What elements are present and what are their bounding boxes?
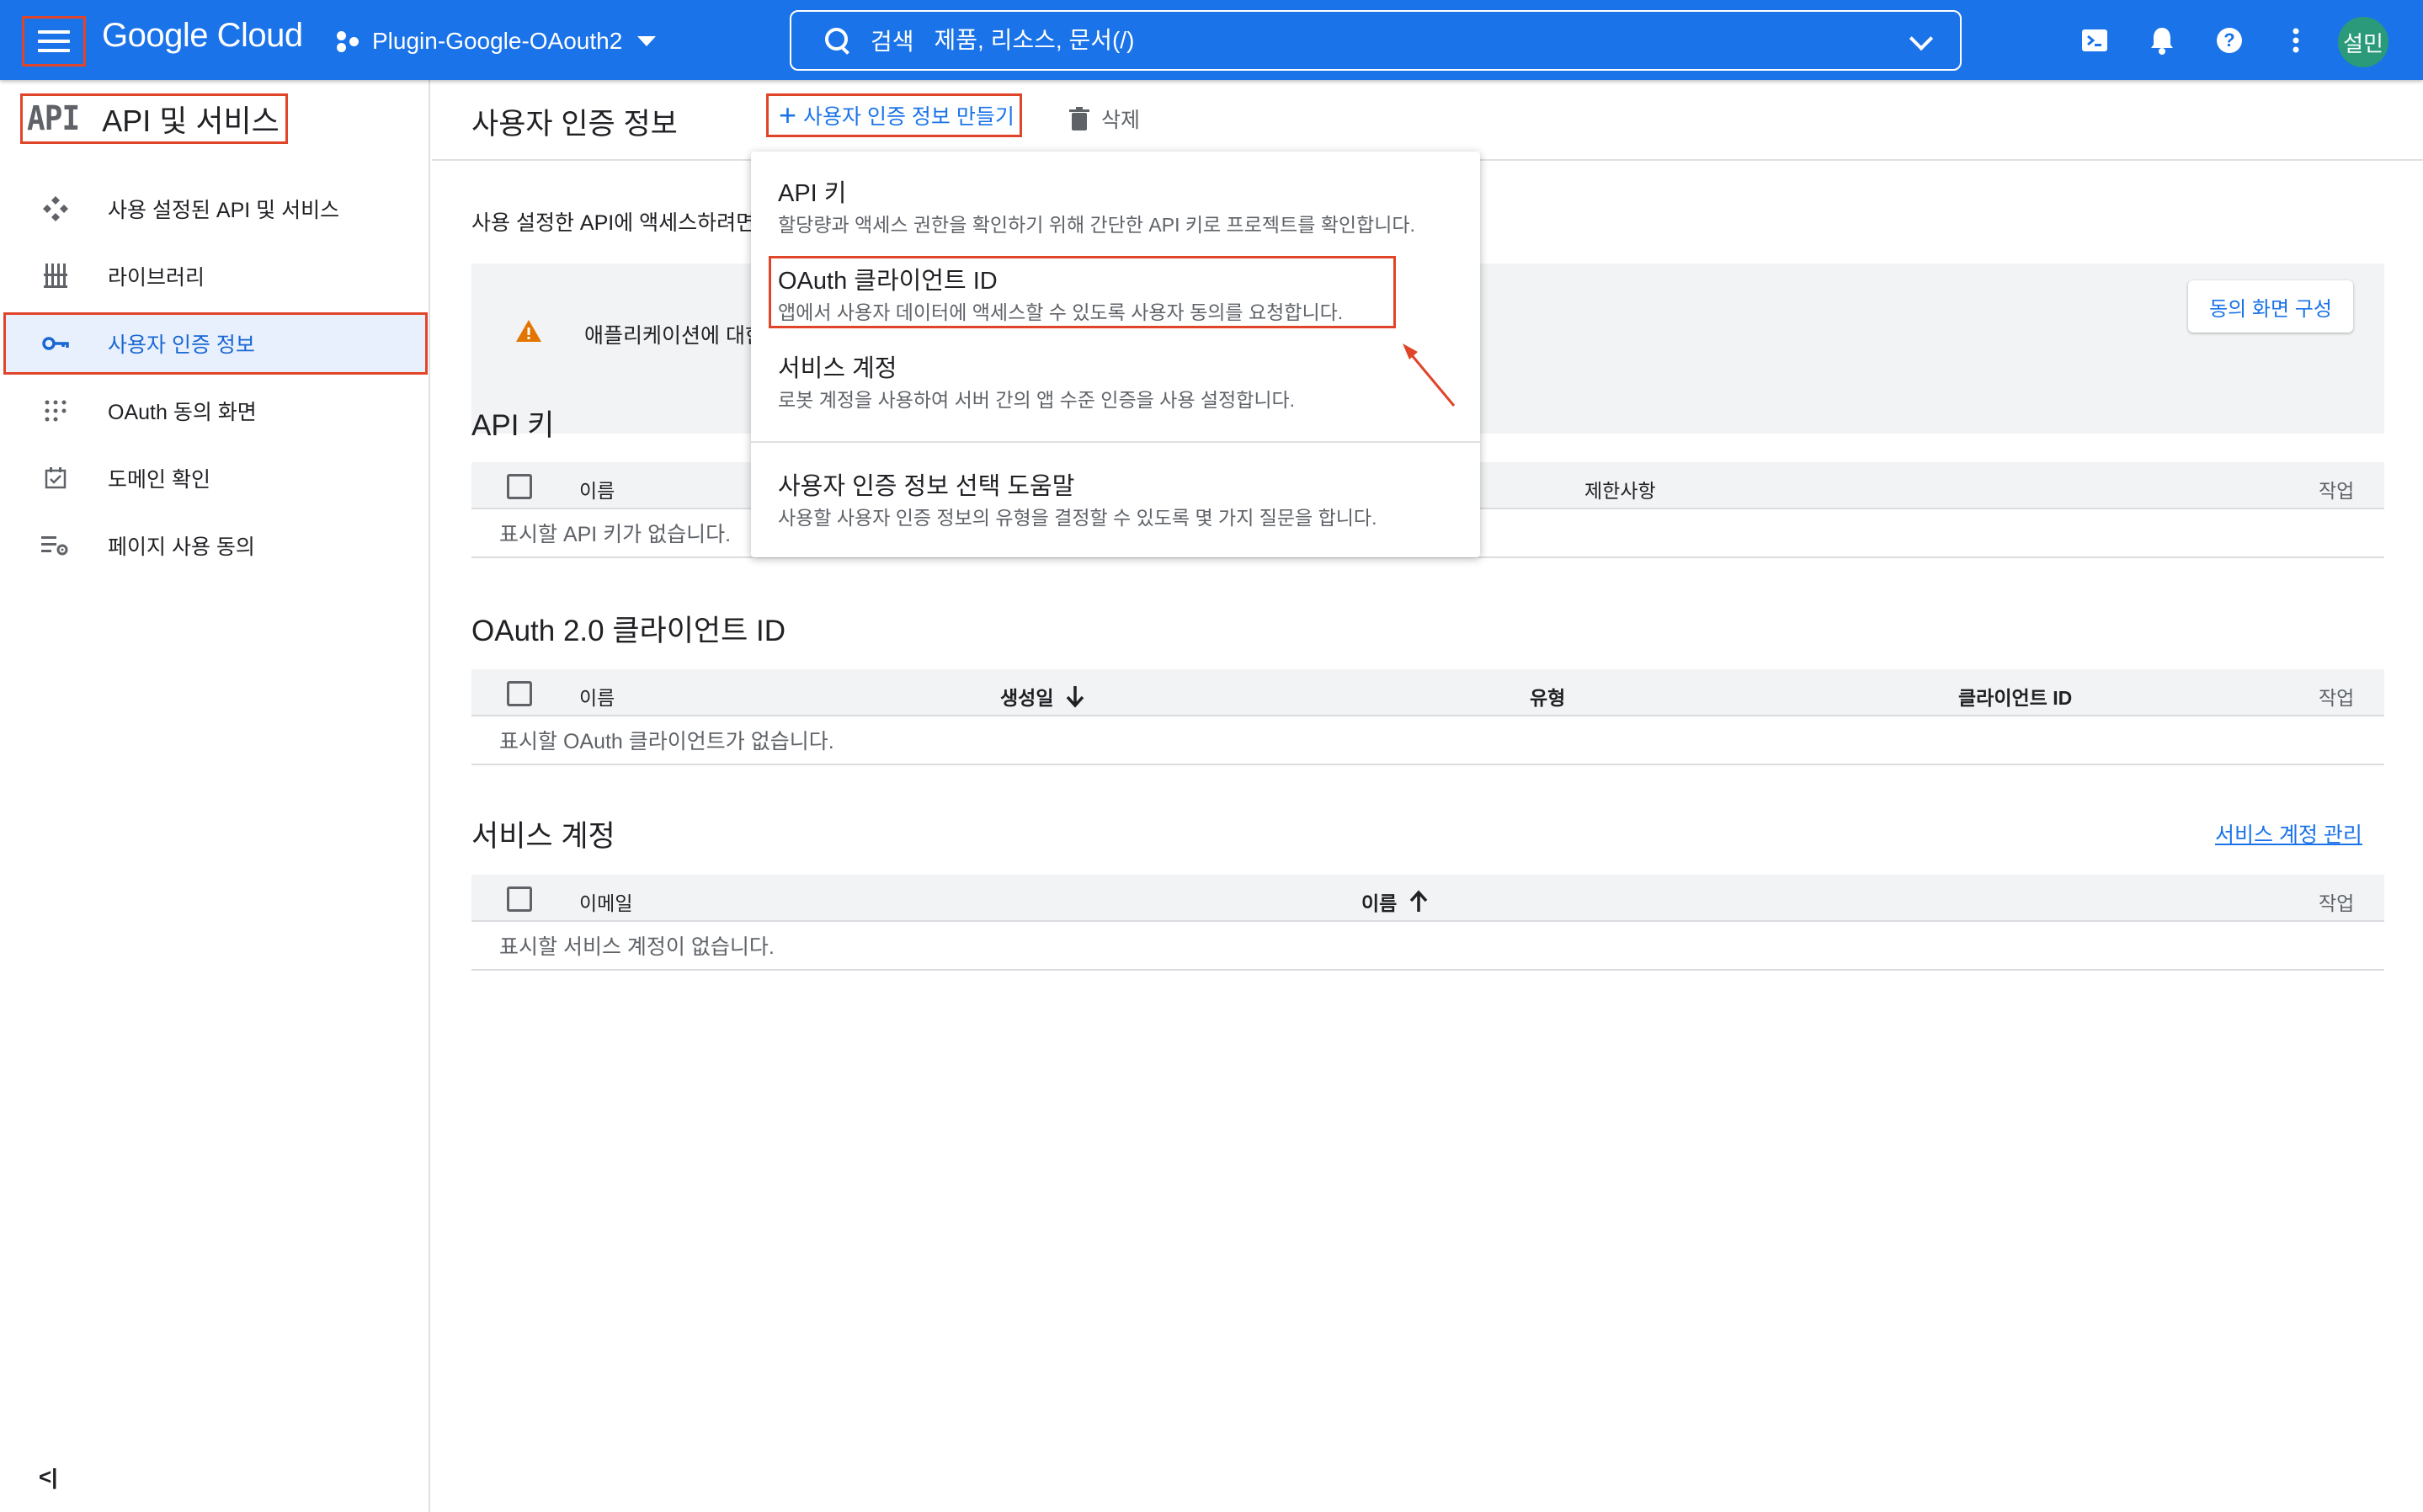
collapse-sidebar-button[interactable]: <|: [39, 1464, 57, 1490]
menu-item-api-key[interactable]: API 키 할당량과 액세스 권한을 확인하기 위해 간단한 API 키로 프로…: [751, 163, 1480, 244]
sidebar-item-label: 도메인 확인: [108, 468, 210, 492]
library-icon: [40, 261, 71, 291]
search-icon: [823, 26, 852, 55]
notifications-bell-icon[interactable]: [2145, 24, 2179, 57]
menu-item-help-me-choose[interactable]: 사용자 인증 정보 선택 도움말 사용할 사용자 인증 정보의 유형을 결정할 …: [751, 456, 1480, 537]
search-input[interactable]: [934, 27, 1861, 54]
oauth-item-highlight-box: [769, 256, 1396, 328]
select-all-checkbox[interactable]: [507, 681, 532, 706]
column-name[interactable]: 이름: [1361, 887, 1429, 916]
oauth-empty-text: 표시할 OAuth 클라이언트가 없습니다.: [499, 730, 834, 753]
sidebar-item-oauth-consent[interactable]: OAuth 동의 화면: [3, 380, 428, 442]
service-accounts-empty-text: 표시할 서비스 계정이 없습니다.: [499, 935, 775, 959]
menu-item-description: 로봇 계정을 사용하여 서버 간의 앱 수준 인증을 사용 설정합니다.: [778, 389, 1296, 411]
project-dots-icon: [335, 29, 360, 54]
column-email[interactable]: 이메일: [579, 887, 632, 916]
svg-text:?: ?: [2223, 29, 2234, 51]
menu-item-service-account[interactable]: 서비스 계정 로봇 계정을 사용하여 서버 간의 앱 수준 인증을 사용 설정합…: [751, 338, 1480, 419]
oauth-table-header: 이름 생성일 유형 클라이언트 ID 작업: [471, 669, 2384, 716]
top-app-bar: Google Cloud Plugin-Google-OAouth2 검색 ? …: [0, 0, 2423, 80]
arrow-down-icon: [1067, 686, 1084, 708]
arrow-up-icon: [1410, 890, 1428, 912]
menu-item-title: 서비스 계정: [778, 355, 897, 382]
api-keys-empty-text: 표시할 API 키가 없습니다.: [499, 523, 732, 546]
intro-text: 사용 설정한 API에 액세스하려면: [471, 211, 756, 235]
warning-icon: [516, 320, 541, 342]
column-restrictions[interactable]: 제한사항: [1584, 475, 1656, 503]
configure-consent-screen-button[interactable]: 동의 화면 구성: [2188, 280, 2353, 333]
sidebar: API API 및 서비스 사용 설정된 API 및 서비스 라이브러리 사용자…: [0, 80, 430, 1512]
select-all-checkbox[interactable]: [507, 474, 532, 499]
sidebar-item-library[interactable]: 라이브러리: [3, 245, 428, 307]
banner-text: 애플리케이션에 대한: [584, 324, 764, 348]
cloud-shell-icon[interactable]: [2078, 24, 2111, 57]
search-bar[interactable]: 검색: [790, 10, 1962, 71]
trash-icon: [1069, 107, 1089, 130]
sidebar-item-label: 페이지 사용 동의: [108, 535, 255, 559]
credentials-highlight-box: [3, 312, 428, 375]
help-icon[interactable]: ?: [2213, 24, 2246, 57]
chevron-down-icon[interactable]: [1909, 26, 1934, 51]
api-diamond-icon: [40, 194, 71, 224]
manage-service-accounts-link[interactable]: 서비스 계정 관리: [2215, 818, 2362, 849]
create-highlight-box: [766, 93, 1022, 137]
delete-label: 삭제: [1101, 109, 1141, 132]
menu-item-description: 사용할 사용자 인증 정보의 유형을 결정할 수 있도록 몇 가지 질문을 합니…: [778, 507, 1377, 529]
sidebar-item-label: 라이브러리: [108, 266, 205, 290]
page-header: 사용자 인증 정보 + 사용자 인증 정보 만들기 삭제: [432, 80, 2423, 161]
menu-item-title: API 키: [778, 180, 847, 207]
avatar[interactable]: 설민: [2338, 17, 2388, 67]
divider: [471, 969, 2384, 971]
api-keys-title: API 키: [471, 409, 555, 442]
column-created[interactable]: 생성일: [1000, 682, 1085, 711]
sidebar-item-label: OAuth 동의 화면: [108, 401, 257, 424]
divider: [471, 764, 2384, 765]
list-settings-icon: [40, 530, 71, 561]
column-name-label: 이름: [1361, 892, 1398, 914]
oauth-clients-title: OAuth 2.0 클라이언트 ID: [471, 615, 786, 647]
menu-item-title: 사용자 인증 정보 선택 도움말: [778, 473, 1075, 500]
page-title: 사용자 인증 정보: [471, 108, 678, 141]
delete-button[interactable]: 삭제: [1069, 104, 1140, 134]
api-header-highlight-box: [20, 93, 288, 144]
google-cloud-logo[interactable]: Google Cloud: [102, 17, 303, 55]
menu-divider: [751, 441, 1480, 443]
select-all-checkbox[interactable]: [507, 886, 532, 912]
column-created-label: 생성일: [1000, 687, 1054, 709]
sidebar-item-enabled-apis[interactable]: 사용 설정된 API 및 서비스: [3, 178, 428, 240]
column-type[interactable]: 유형: [1530, 682, 1565, 711]
service-accounts-table-header: 이메일 이름 작업: [471, 875, 2384, 922]
sidebar-item-label: 사용 설정된 API 및 서비스: [108, 199, 340, 222]
project-selector[interactable]: Plugin-Google-OAouth2: [335, 24, 657, 59]
search-label: 검색: [871, 29, 914, 55]
column-name[interactable]: 이름: [579, 682, 615, 711]
project-name: Plugin-Google-OAouth2: [372, 28, 623, 54]
dots-grid-icon: [40, 396, 71, 426]
column-actions: 작업: [2319, 480, 2355, 502]
menu-item-description: 할당량과 액세스 권한을 확인하기 위해 간단한 API 키로 프로젝트를 확인…: [778, 214, 1415, 236]
caret-down-icon: [637, 36, 657, 46]
sidebar-item-page-usage-agreement[interactable]: 페이지 사용 동의: [3, 514, 428, 577]
menu-highlight-box: [22, 16, 86, 67]
column-actions: 작업: [2319, 892, 2355, 914]
column-actions: 작업: [2319, 687, 2355, 709]
column-client-id[interactable]: 클라이언트 ID: [1958, 682, 2072, 711]
service-accounts-title: 서비스 계정: [471, 820, 615, 853]
more-vert-icon[interactable]: [2279, 24, 2313, 57]
sidebar-item-domain-verification[interactable]: 도메인 확인: [3, 447, 428, 509]
checkbox-icon: [40, 463, 71, 493]
create-credentials-menu: API 키 할당량과 액세스 권한을 확인하기 위해 간단한 API 키로 프로…: [751, 152, 1480, 557]
column-name[interactable]: 이름: [579, 475, 615, 503]
